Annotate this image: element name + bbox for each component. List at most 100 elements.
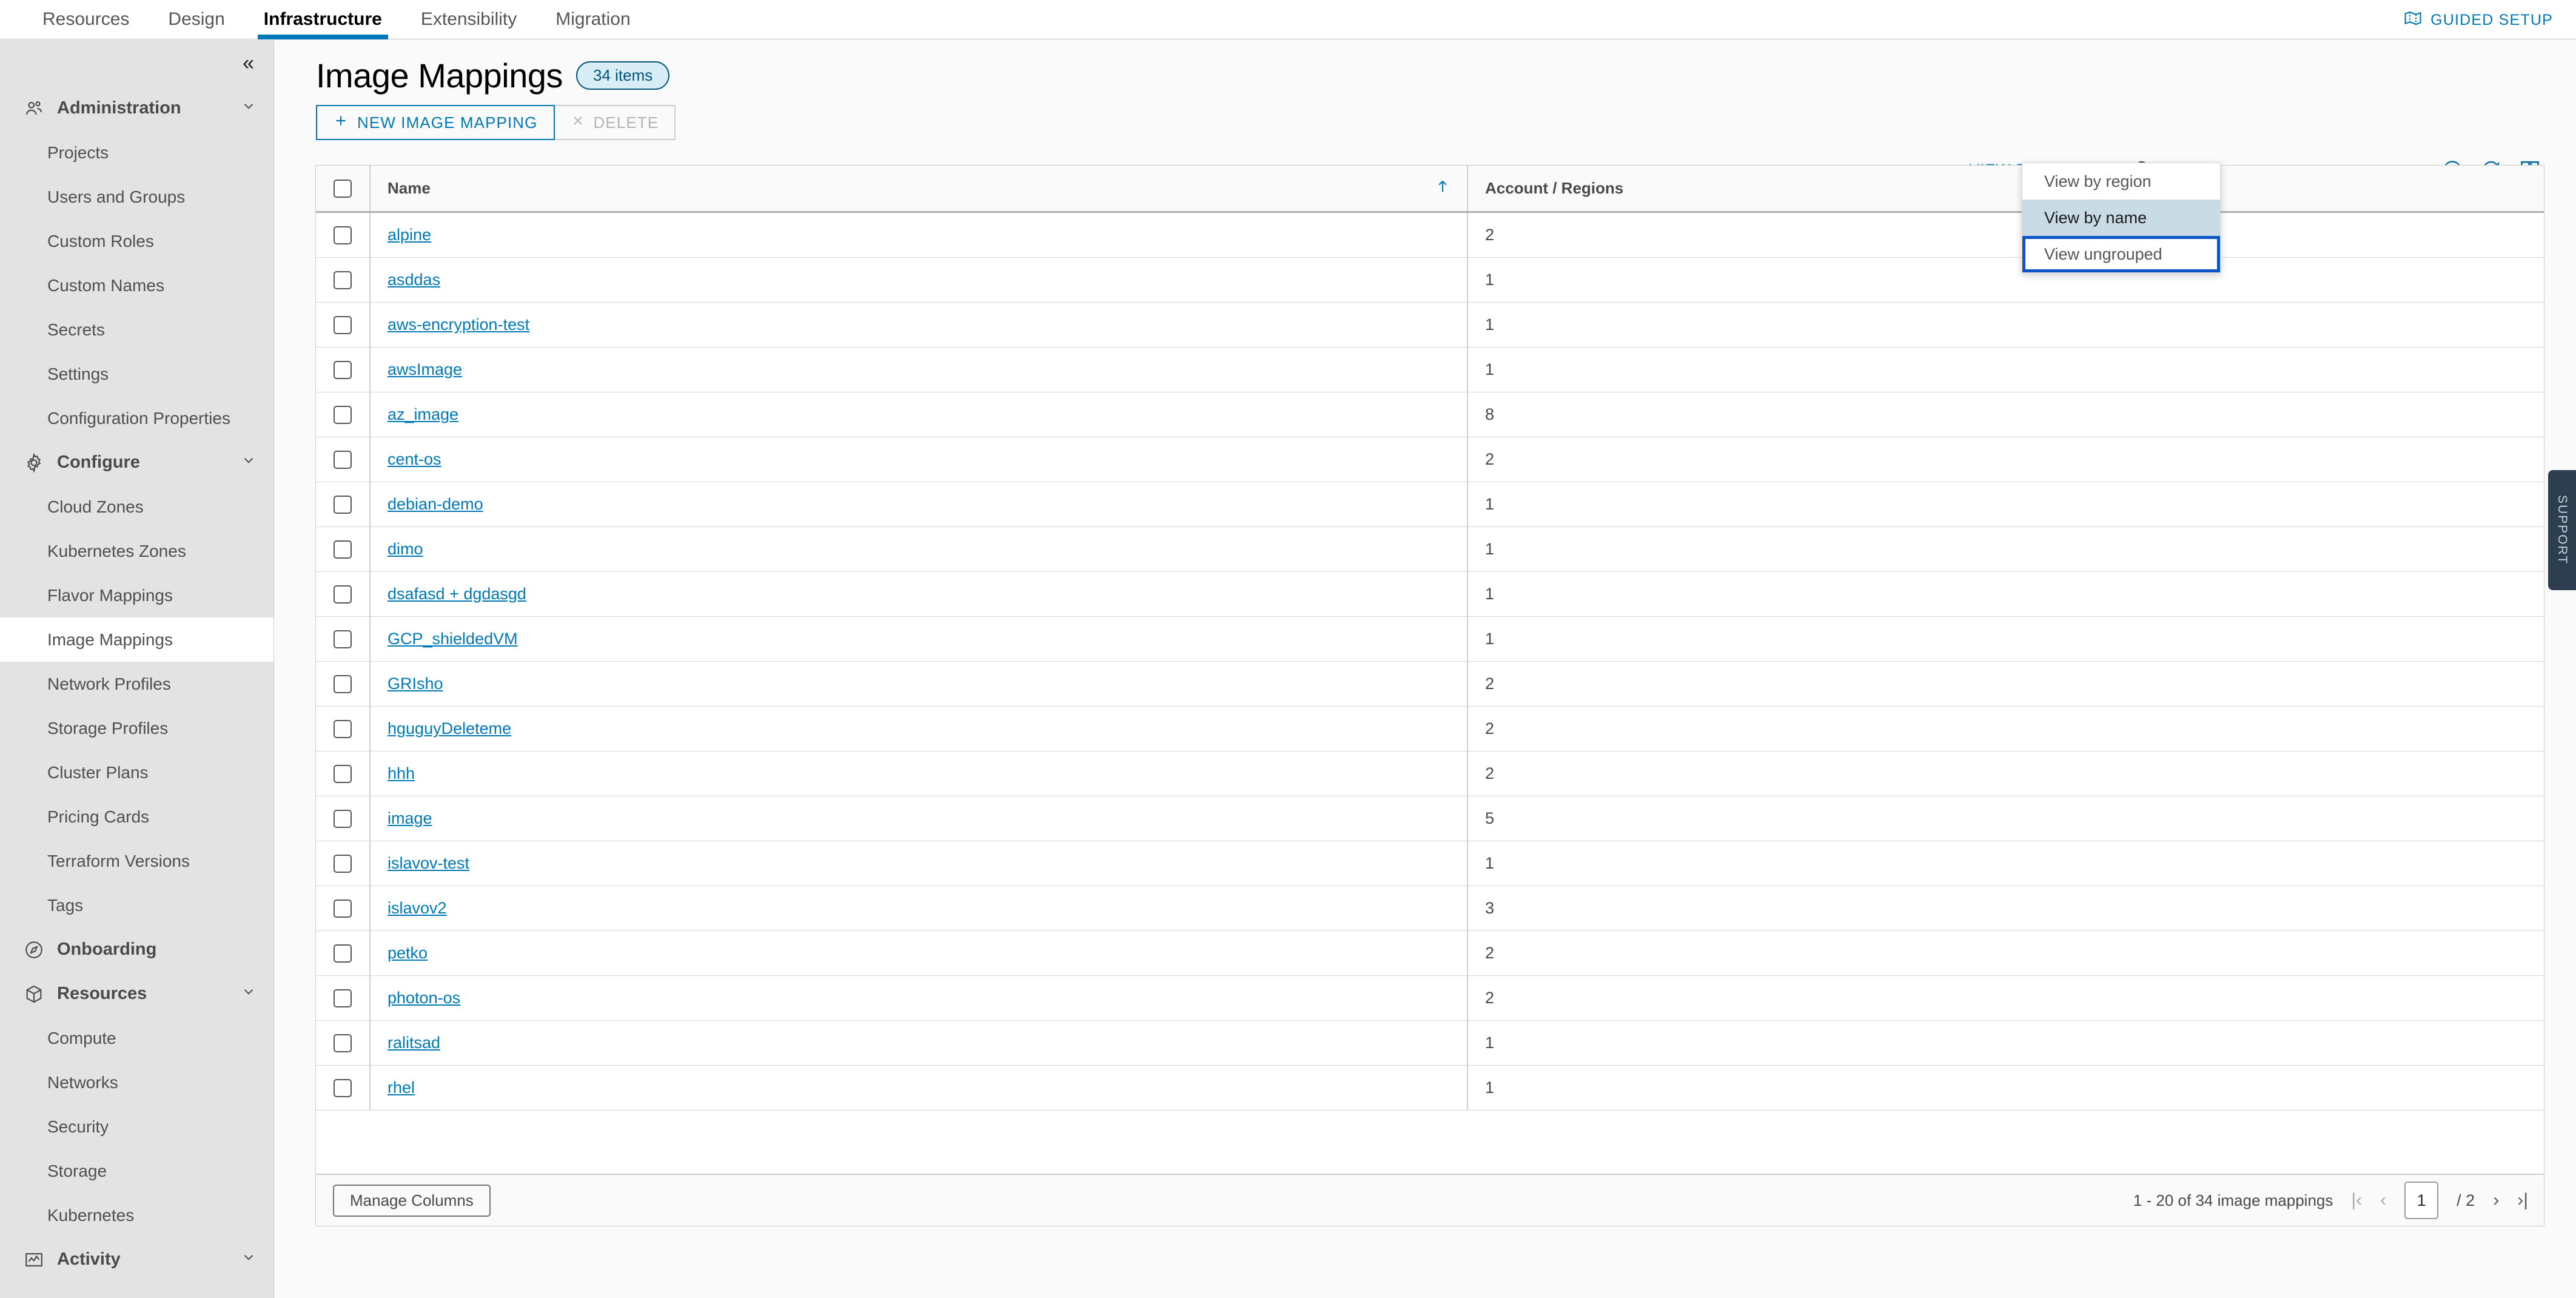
sidebar-item-kubernetes[interactable]: Kubernetes	[0, 1193, 273, 1237]
image-mapping-link[interactable]: hhh	[387, 764, 415, 783]
new-image-mapping-button[interactable]: NEW IMAGE MAPPING	[316, 105, 555, 140]
image-mapping-link[interactable]: dsafasd + dgdasgd	[387, 585, 526, 604]
image-mapping-link[interactable]: aws-encryption-test	[387, 315, 529, 334]
top-nav-tab-resources[interactable]: Resources	[23, 0, 149, 39]
image-mapping-link[interactable]: asddas	[387, 271, 440, 289]
table-row[interactable]: aws-encryption-test 1	[316, 303, 2544, 348]
last-page-icon[interactable]: ›|	[2517, 1190, 2528, 1211]
select-all-checkbox[interactable]	[334, 179, 352, 198]
row-checkbox[interactable]	[334, 271, 352, 289]
top-nav-tab-infrastructure[interactable]: Infrastructure	[244, 0, 401, 39]
column-header-name[interactable]: Name	[369, 166, 1467, 211]
sidebar-item-cloud-zones[interactable]: Cloud Zones	[0, 485, 273, 529]
row-checkbox[interactable]	[334, 899, 352, 918]
row-checkbox[interactable]	[334, 674, 352, 693]
sidebar-item-security[interactable]: Security	[0, 1105, 273, 1149]
sidebar-item-configuration-properties[interactable]: Configuration Properties	[0, 396, 273, 440]
table-row[interactable]: GCP_shieldedVM 1	[316, 617, 2544, 662]
sidebar-item-storage[interactable]: Storage	[0, 1149, 273, 1193]
image-mapping-link[interactable]: rhel	[387, 1078, 415, 1097]
row-checkbox[interactable]	[334, 944, 352, 963]
image-mapping-link[interactable]: GCP_shieldedVM	[387, 630, 518, 648]
chevron-down-icon[interactable]	[241, 452, 257, 472]
sidebar-item-kubernetes-zones[interactable]: Kubernetes Zones	[0, 529, 273, 573]
top-nav-tab-design[interactable]: Design	[149, 0, 244, 39]
row-checkbox[interactable]	[334, 809, 352, 828]
row-checkbox[interactable]	[334, 495, 352, 514]
row-checkbox[interactable]	[334, 854, 352, 873]
sidebar-item-tags[interactable]: Tags	[0, 883, 273, 927]
row-checkbox[interactable]	[334, 719, 352, 738]
row-checkbox[interactable]	[334, 989, 352, 1007]
sidebar-group-activity[interactable]: Activity	[0, 1237, 273, 1282]
column-header-account-regions[interactable]: Account / Regions	[1467, 166, 2544, 211]
table-row[interactable]: image 5	[316, 796, 2544, 841]
chevron-down-icon[interactable]	[241, 1249, 257, 1269]
top-nav-tab-migration[interactable]: Migration	[536, 0, 649, 39]
table-row[interactable]: cent-os 2	[316, 437, 2544, 482]
row-checkbox[interactable]	[334, 585, 352, 604]
sidebar-item-networks[interactable]: Networks	[0, 1060, 273, 1105]
sidebar-item-settings[interactable]: Settings	[0, 352, 273, 396]
sidebar-item-custom-roles[interactable]: Custom Roles	[0, 219, 273, 263]
sidebar-item-secrets[interactable]: Secrets	[0, 308, 273, 352]
sidebar-item-pricing-cards[interactable]: Pricing Cards	[0, 795, 273, 839]
top-nav-tab-extensibility[interactable]: Extensibility	[401, 0, 536, 39]
sidebar-item-network-profiles[interactable]: Network Profiles	[0, 662, 273, 706]
table-row[interactable]: GRIsho 2	[316, 662, 2544, 707]
row-checkbox[interactable]	[334, 764, 352, 783]
row-checkbox[interactable]	[334, 226, 352, 244]
image-mapping-link[interactable]: image	[387, 809, 432, 828]
row-checkbox[interactable]	[334, 630, 352, 648]
prev-page-icon[interactable]: ‹	[2380, 1190, 2386, 1211]
row-checkbox[interactable]	[334, 450, 352, 469]
image-mapping-link[interactable]: islavov2	[387, 899, 447, 918]
image-mapping-link[interactable]: awsImage	[387, 360, 462, 379]
table-row[interactable]: dsafasd + dgdasgd 1	[316, 572, 2544, 617]
dropdown-option-view-by-name[interactable]: View by name	[2022, 200, 2220, 236]
support-tab[interactable]: SUPPORT	[2548, 470, 2576, 590]
sidebar-item-flavor-mappings[interactable]: Flavor Mappings	[0, 573, 273, 617]
image-mapping-link[interactable]: alpine	[387, 226, 431, 244]
row-checkbox[interactable]	[334, 1078, 352, 1097]
row-checkbox[interactable]	[334, 540, 352, 559]
row-checkbox[interactable]	[334, 1034, 352, 1052]
sidebar-item-image-mappings[interactable]: Image Mappings	[0, 617, 273, 662]
image-mapping-link[interactable]: photon-os	[387, 989, 460, 1007]
guided-setup-button[interactable]: GUIDED SETUP	[2404, 0, 2565, 40]
sidebar-item-custom-names[interactable]: Custom Names	[0, 263, 273, 308]
table-row[interactable]: awsImage 1	[316, 348, 2544, 392]
chevron-down-icon[interactable]	[241, 984, 257, 1004]
double-chevron-left-icon[interactable]: «	[243, 53, 254, 73]
arrow-up-icon[interactable]	[1434, 178, 1467, 200]
sidebar-item-cluster-plans[interactable]: Cluster Plans	[0, 750, 273, 795]
image-mapping-link[interactable]: dimo	[387, 540, 423, 559]
sidebar-group-resources[interactable]: Resources	[0, 972, 273, 1016]
table-row[interactable]: hguguyDeleteme 2	[316, 707, 2544, 752]
table-row[interactable]: debian-demo 1	[316, 482, 2544, 527]
image-mapping-link[interactable]: az_image	[387, 405, 458, 424]
chevron-down-icon[interactable]	[241, 98, 257, 118]
image-mapping-link[interactable]: hguguyDeleteme	[387, 719, 511, 738]
image-mapping-link[interactable]: GRIsho	[387, 674, 443, 693]
table-row[interactable]: dimo 1	[316, 527, 2544, 572]
image-mapping-link[interactable]: petko	[387, 944, 428, 963]
row-checkbox[interactable]	[334, 315, 352, 334]
row-checkbox[interactable]	[334, 360, 352, 379]
table-row[interactable]: photon-os 2	[316, 976, 2544, 1021]
manage-columns-button[interactable]: Manage Columns	[333, 1184, 491, 1217]
current-page-input[interactable]: 1	[2404, 1182, 2439, 1219]
sidebar-group-onboarding[interactable]: Onboarding	[0, 927, 273, 972]
table-row[interactable]: ralitsad 1	[316, 1021, 2544, 1066]
table-row[interactable]: az_image 8	[316, 392, 2544, 437]
sidebar-item-compute[interactable]: Compute	[0, 1016, 273, 1060]
dropdown-option-view-by-region[interactable]: View by region	[2022, 163, 2220, 200]
sidebar-item-requests[interactable]: Requests	[0, 1282, 273, 1298]
dropdown-option-view-ungrouped[interactable]: View ungrouped	[2022, 236, 2220, 272]
table-row[interactable]: hhh 2	[316, 752, 2544, 796]
sidebar-item-storage-profiles[interactable]: Storage Profiles	[0, 706, 273, 750]
image-mapping-link[interactable]: ralitsad	[387, 1034, 440, 1052]
image-mapping-link[interactable]: cent-os	[387, 450, 441, 469]
image-mapping-link[interactable]: islavov-test	[387, 854, 469, 873]
table-row[interactable]: islavov2 3	[316, 886, 2544, 931]
